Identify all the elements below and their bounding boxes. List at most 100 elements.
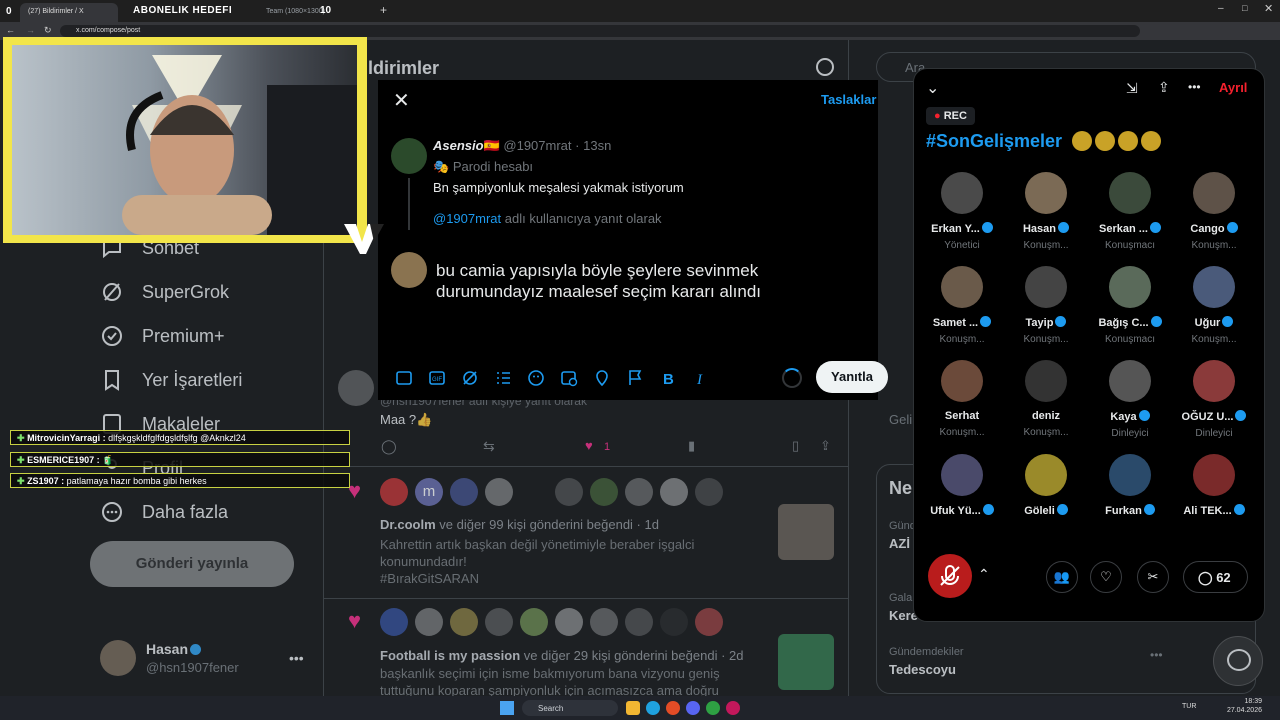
close-window-icon[interactable]: ✕ <box>1264 2 1273 15</box>
grok-icon[interactable] <box>460 368 480 388</box>
participant-avatar[interactable] <box>941 454 983 496</box>
participant-avatar[interactable] <box>941 172 983 214</box>
comment-icon: ◯ <box>1198 570 1213 585</box>
participant[interactable]: Erkan Y... Yönetici <box>920 172 1004 251</box>
original-author-avatar[interactable] <box>391 138 427 174</box>
close-icon[interactable]: ✕ <box>393 88 410 113</box>
tab-notifications[interactable]: (27) Bildirimler / X <box>20 3 118 22</box>
participant[interactable]: Ali TEK... <box>1172 454 1256 522</box>
drafts-link[interactable]: Taslaklar <box>821 92 876 107</box>
windows-start-icon[interactable] <box>500 701 514 715</box>
minimize-icon[interactable]: – <box>1218 3 1224 14</box>
image-icon[interactable] <box>394 368 414 388</box>
verified-icon <box>981 222 993 233</box>
comments-button[interactable]: ◯ 62 <box>1183 561 1248 593</box>
participant-avatar[interactable] <box>1193 454 1235 496</box>
italic-icon[interactable]: I <box>691 368 711 388</box>
share-space-icon[interactable]: ⇪ <box>1158 79 1170 96</box>
participant-avatar[interactable] <box>1193 360 1235 402</box>
file-explorer-icon[interactable] <box>626 701 640 715</box>
clock-date[interactable]: 27.04.2026 <box>1226 707 1262 714</box>
chat-badge-icon: ✚ <box>17 455 25 465</box>
participant-avatar[interactable] <box>1193 266 1235 308</box>
participant-avatar[interactable] <box>1109 454 1151 496</box>
space-more-icon[interactable]: ••• <box>1188 80 1201 94</box>
emoji-icon <box>1118 131 1138 151</box>
gif-icon[interactable]: GIF <box>427 368 447 388</box>
bold-icon[interactable]: B <box>658 368 678 388</box>
participant[interactable]: Kaya Dinleyici <box>1088 360 1172 439</box>
participant[interactable]: Serhat Konuşm... <box>920 360 1004 438</box>
compose-textarea[interactable]: bu camia yapısıyla böyle şeylere sevinme… <box>436 260 761 302</box>
chevron-up-icon[interactable]: ⌃ <box>978 566 990 583</box>
flag-icon[interactable] <box>625 368 645 388</box>
participant[interactable]: Uğur Konuşm... <box>1172 266 1256 345</box>
collapse-chevron-icon[interactable]: ⌄ <box>926 78 939 98</box>
app-icon[interactable] <box>706 701 720 715</box>
schedule-icon[interactable] <box>559 368 579 388</box>
draft-line: durumundayız maalesef seçim kararı alınd… <box>436 282 762 301</box>
participant[interactable]: Göleli <box>1004 454 1088 522</box>
leave-space-button[interactable]: Ayrıl <box>1219 80 1247 95</box>
participant-role: Konuşm... <box>1191 334 1237 345</box>
participant-avatar[interactable] <box>941 266 983 308</box>
participant[interactable]: Hasan Konuşm... <box>1004 172 1088 251</box>
participant-avatar[interactable] <box>1025 454 1067 496</box>
compose-modal <box>378 80 878 400</box>
participant[interactable]: deniz Konuşm... <box>1004 360 1088 438</box>
reply-button[interactable]: Yanıtla <box>816 361 888 393</box>
participant-role: Dinleyici <box>1195 428 1233 439</box>
participant[interactable]: Serkan ... Konuşmacı <box>1088 172 1172 251</box>
tab-team[interactable]: Team (1080×1300) <box>258 3 358 22</box>
participant[interactable]: OĞUZ U... Dinleyici <box>1172 360 1256 439</box>
thread-line <box>408 178 410 230</box>
mic-muted-button[interactable] <box>928 554 972 598</box>
logo-w-icon <box>344 224 384 254</box>
new-tab-icon[interactable]: + <box>380 3 387 17</box>
location-icon[interactable] <box>592 368 612 388</box>
react-heart-icon[interactable]: ♡ <box>1090 561 1122 593</box>
edge-icon[interactable] <box>646 701 660 715</box>
maximize-icon[interactable]: □ <box>1242 3 1247 13</box>
emoji-icon[interactable] <box>526 368 546 388</box>
clip-scissors-icon[interactable]: ✂ <box>1137 561 1169 593</box>
verified-icon <box>1056 504 1068 515</box>
people-icon[interactable]: 👥 <box>1046 561 1078 593</box>
participant-avatar[interactable] <box>1193 172 1235 214</box>
minimize-dock-icon[interactable]: ⇲ <box>1126 80 1138 97</box>
forward-icon[interactable]: → <box>26 25 35 35</box>
clock-time[interactable]: 18:39 <box>1232 698 1262 705</box>
chrome-icon[interactable] <box>666 701 680 715</box>
url-field[interactable]: x.com/compose/post <box>60 25 1140 37</box>
participant-name: Uğur <box>1172 316 1256 329</box>
verified-icon <box>1233 504 1245 515</box>
back-icon[interactable]: ← <box>6 25 15 35</box>
my-avatar[interactable] <box>391 252 427 288</box>
reload-icon[interactable]: ↻ <box>44 25 52 36</box>
participant-avatar[interactable] <box>1025 266 1067 308</box>
streamer-webcam-illustration <box>122 55 357 235</box>
participant-role: Konuşm... <box>1023 427 1069 438</box>
compose-toolbar: GIF B I <box>394 368 711 388</box>
app-icon[interactable] <box>726 701 740 715</box>
participant-name: deniz <box>1031 410 1061 422</box>
participant-avatar[interactable] <box>1109 360 1151 402</box>
taskbar-search[interactable]: Search <box>522 700 618 716</box>
participant-avatar[interactable] <box>1025 360 1067 402</box>
participant[interactable]: Bağış C... Konuşmacı <box>1088 266 1172 345</box>
discord-icon[interactable] <box>686 701 700 715</box>
participant-name: Ufuk Yü... <box>920 504 1004 517</box>
participant-avatar[interactable] <box>1109 266 1151 308</box>
participant[interactable]: Furkan <box>1088 454 1172 522</box>
participant[interactable]: Tayip Konuşm... <box>1004 266 1088 345</box>
participant-role: Konuşmacı <box>1104 334 1156 345</box>
participant-avatar[interactable] <box>1025 172 1067 214</box>
poll-icon[interactable] <box>493 368 513 388</box>
chat-badge-icon: ✚ <box>17 476 25 486</box>
participant[interactable]: Cango Konuşm... <box>1172 172 1256 251</box>
participant-avatar[interactable] <box>941 360 983 402</box>
participant[interactable]: Samet ... Konuşm... <box>920 266 1004 345</box>
language-indicator[interactable]: TUR <box>1182 703 1196 710</box>
participant-avatar[interactable] <box>1109 172 1151 214</box>
participant[interactable]: Ufuk Yü... <box>920 454 1004 522</box>
